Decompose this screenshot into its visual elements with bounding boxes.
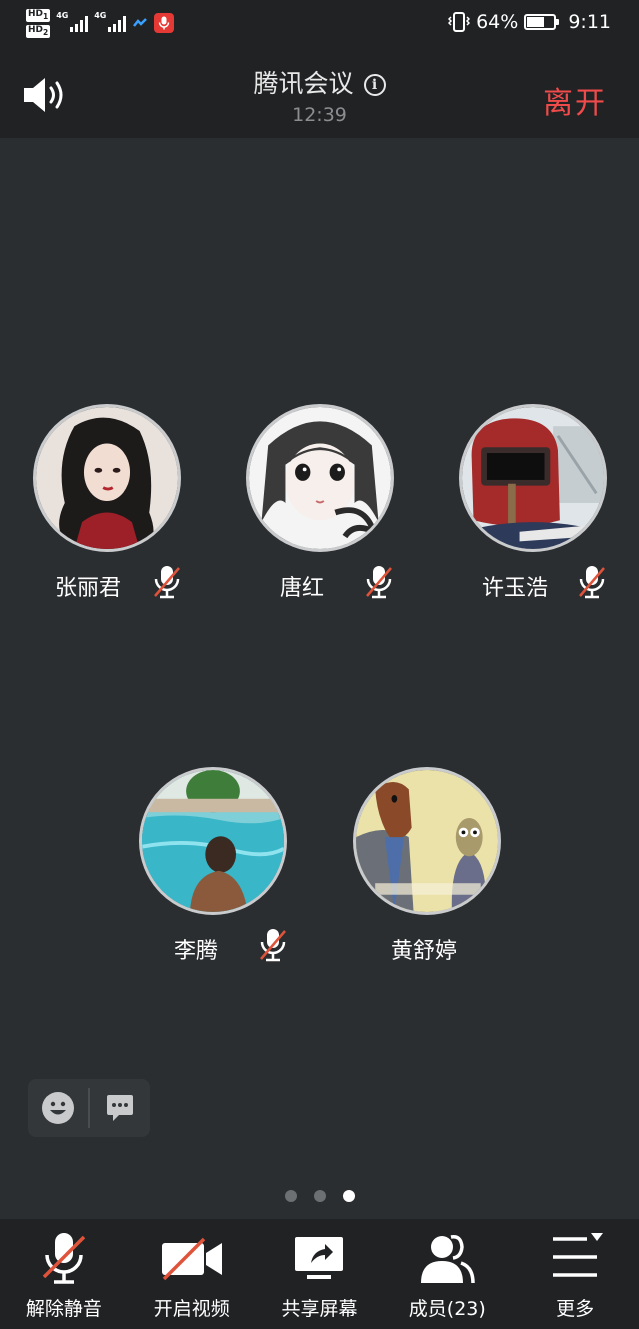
share-screen-icon	[295, 1237, 344, 1279]
clock: 9:11	[568, 11, 611, 33]
mic-muted-icon	[42, 1233, 86, 1284]
page-dot-active[interactable]	[342, 1190, 355, 1202]
recording-mic-icon	[154, 13, 175, 34]
chat-button[interactable]	[90, 1079, 150, 1137]
participant-name: 许玉浩	[482, 576, 549, 601]
share-screen-button[interactable]: 共享屏幕	[256, 1219, 384, 1329]
share-screen-label: 共享屏幕	[281, 1298, 358, 1320]
more-label: 更多	[556, 1298, 595, 1320]
emoji-icon	[42, 1092, 74, 1124]
avatar	[353, 767, 501, 915]
participant-name: 张丽君	[55, 576, 122, 601]
avatar	[139, 767, 287, 915]
vibrate-icon	[448, 12, 471, 32]
members-label: 成员(23)	[408, 1298, 486, 1320]
status-right: 64% 9:11	[448, 11, 611, 33]
hd-indicators: HD1 HD2	[26, 9, 51, 38]
camera-off-icon	[161, 1237, 222, 1281]
signal-icon: 4G	[56, 11, 89, 33]
avatar	[459, 404, 607, 552]
bottom-toolbar: 解除静音 开启视频 共享屏幕 成员(23) 更多	[0, 1219, 639, 1329]
participant-name: 唐红	[280, 576, 325, 601]
data-transfer-icon	[133, 18, 148, 28]
mic-muted-icon	[260, 929, 286, 962]
info-icon[interactable]: i	[363, 74, 386, 96]
mic-muted-icon	[154, 566, 180, 599]
battery-percent: 64%	[476, 11, 519, 33]
chat-icon	[107, 1095, 133, 1121]
hd-badge-1: HD1	[26, 9, 51, 22]
mic-muted-icon	[579, 566, 605, 599]
meeting-title-text: 腾讯会议	[253, 69, 354, 98]
battery-icon	[524, 14, 560, 30]
emoji-button[interactable]	[28, 1079, 88, 1137]
unmute-button[interactable]: 解除静音	[0, 1219, 128, 1329]
more-button[interactable]: 更多	[511, 1219, 639, 1329]
page-dot[interactable]	[313, 1190, 326, 1202]
menu-icon	[553, 1233, 604, 1277]
avatar	[33, 404, 181, 552]
start-video-button[interactable]: 开启视频	[128, 1219, 256, 1329]
participant-tile[interactable]: 黄舒婷	[326, 767, 526, 977]
quick-actions	[28, 1079, 150, 1137]
status-bar: HD1 HD2 4G 4G 64% 9:11	[0, 0, 639, 52]
members-button[interactable]: 成员(23)	[383, 1219, 511, 1329]
status-left: HD1 HD2 4G 4G	[26, 9, 175, 38]
unmute-label: 解除静音	[25, 1298, 102, 1320]
meeting-header: 腾讯会议 i 12:39 离开	[0, 52, 639, 138]
hd-badge-2: HD2	[26, 24, 51, 38]
participant-tile[interactable]: 许玉浩	[432, 404, 632, 614]
page-indicator	[0, 1190, 639, 1202]
mic-muted-icon	[366, 566, 392, 599]
participant-tile[interactable]: 唐红	[219, 404, 419, 614]
participant-name: 李腾	[174, 939, 219, 964]
participant-tile[interactable]: 李腾	[112, 767, 312, 977]
participant-tile[interactable]: 张丽君	[6, 404, 206, 614]
start-video-label: 开启视频	[153, 1298, 230, 1320]
members-icon	[421, 1234, 476, 1284]
participant-name: 黄舒婷	[391, 939, 458, 964]
avatar	[246, 404, 394, 552]
leave-button[interactable]: 离开	[543, 78, 607, 122]
page-dot[interactable]	[284, 1190, 297, 1202]
signal-icon: 4G	[94, 11, 127, 33]
